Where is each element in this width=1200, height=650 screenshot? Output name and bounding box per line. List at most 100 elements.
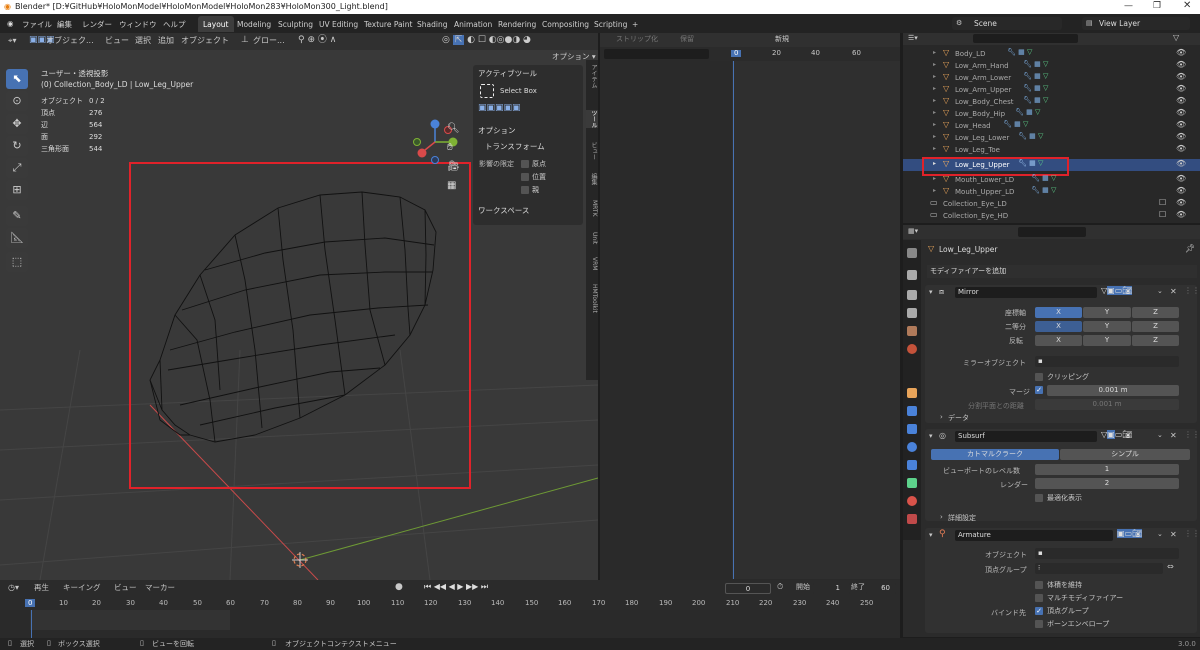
expand-icon[interactable]: ▸ [933, 176, 936, 182]
simple-toggle[interactable]: シンプル [1060, 449, 1190, 460]
tab-compositing[interactable]: Compositing [537, 16, 594, 32]
modifier-toggles-icons[interactable]: ▽▣▭📷︎ [1101, 286, 1133, 295]
catmull-clark-toggle[interactable]: カトマルクラーク [931, 449, 1059, 460]
visibility-icon[interactable]: 👁︎ [1176, 61, 1186, 69]
new-action-button[interactable]: 新規 [775, 36, 789, 43]
modifier-menu-icon[interactable]: ⌄ [1157, 531, 1163, 538]
affect-location-checkbox[interactable] [521, 173, 529, 181]
selection-mode-icons[interactable]: ▣▣▣▣▣ [478, 103, 528, 116]
transform-tool-icon[interactable]: ⊞ [6, 180, 28, 200]
menu-file[interactable]: ファイル [22, 19, 52, 30]
visibility-icon[interactable]: 👁︎ [1176, 133, 1186, 141]
remove-modifier-icon[interactable]: ✕ [1170, 432, 1177, 440]
bisect-x-toggle[interactable]: X [1035, 321, 1082, 332]
particles-tab-icon[interactable] [907, 424, 917, 434]
annotate-tool-icon[interactable]: ✎ [6, 206, 28, 226]
axis-z-toggle[interactable]: Z [1132, 307, 1179, 318]
visibility-icon[interactable]: 👁︎ [1176, 211, 1186, 219]
tab-animation[interactable]: Animation [449, 16, 497, 32]
mode-dropdown[interactable]: オブジェク... [46, 37, 94, 45]
visibility-icon[interactable]: 👁︎ [1176, 109, 1186, 117]
expand-icon[interactable]: ▸ [933, 134, 936, 140]
tab-tool[interactable]: ツール [586, 110, 598, 128]
bind-vertex-groups-checkbox[interactable]: ✓ [1035, 607, 1043, 615]
outliner-search[interactable] [973, 34, 1078, 43]
remove-modifier-icon[interactable]: ✕ [1170, 288, 1177, 296]
workspace-header[interactable]: ワークスペース [478, 207, 529, 215]
axis-y-toggle[interactable]: Y [1083, 307, 1131, 318]
timeline[interactable]: 0 10 20 30 40 50 60 70 80 90 100 110 120… [0, 596, 900, 638]
data-subpanel-label[interactable]: データ [948, 415, 969, 422]
view-layer-selector[interactable]: ▤ View Layer [1082, 17, 1190, 30]
editor-type-icon[interactable]: ☰▾ [908, 35, 918, 42]
tab-texture-paint[interactable]: Texture Paint [359, 16, 417, 32]
expand-icon[interactable]: ▸ [933, 86, 936, 92]
transform-header[interactable]: トランスフォーム [485, 143, 545, 151]
preserve-volume-checkbox[interactable] [1035, 581, 1043, 589]
flip-z-toggle[interactable]: Z [1132, 335, 1179, 346]
tab-hmtoolkit[interactable]: HMToolkit [586, 284, 598, 313]
menu-edit[interactable]: 編集 [57, 19, 72, 30]
outliner-row[interactable]: ▸ ▽ Mouth_Lower_LD 🔧︎ ▦ ▽ 👁︎ [903, 174, 1200, 186]
bisect-distance-field[interactable]: 0.001 m [1035, 399, 1179, 410]
tab-view[interactable]: ビュー [586, 142, 598, 160]
add-cube-tool-icon[interactable]: ⬚ [6, 252, 28, 272]
outliner-collection-row[interactable]: ▭ Collection_Eye_HD ☐ 👁︎ [903, 210, 1200, 222]
outliner-row[interactable]: ▸ ▽ Low_Head 🔧︎ ▦ ▽ 👁︎ [903, 120, 1200, 132]
physics-tab-icon[interactable] [907, 442, 917, 452]
active-tool-header[interactable]: アクティブツール [478, 70, 537, 78]
properties-search[interactable] [1018, 227, 1086, 237]
editor-type-icon[interactable]: ⌖▾ [8, 37, 17, 45]
remove-modifier-icon[interactable]: ✕ [1170, 531, 1177, 539]
modifier-toggles-icons[interactable]: ▣▭📷︎ [1117, 529, 1143, 538]
pan-hand-icon[interactable]: ✋︎ [447, 143, 453, 153]
clipping-checkbox[interactable] [1035, 373, 1043, 381]
minimize-button[interactable]: — [1124, 2, 1133, 11]
visibility-icon[interactable]: 👁︎ [1176, 145, 1186, 153]
hold-button[interactable]: 保留 [680, 36, 694, 43]
menu-view[interactable]: ビュー [105, 37, 129, 45]
zoom-icon[interactable]: 🔍︎ [447, 124, 460, 134]
expand-icon[interactable]: ▸ [933, 98, 936, 104]
playback-controls[interactable]: ⏮ ◀◀ ◀ ▶ ▶▶ ⏭ [424, 583, 488, 591]
outliner-collection-row[interactable]: ▭ Collection_Eye_LD ☐ 👁︎ [903, 198, 1200, 210]
menu-add[interactable]: 追加 [158, 37, 174, 45]
keyframe-area[interactable] [732, 61, 900, 579]
tab-rendering[interactable]: Rendering [493, 16, 541, 32]
outliner-row[interactable]: ▸ ▽ Low_Arm_Upper 🔧︎ ▦ ▽ 👁︎ [903, 84, 1200, 96]
armature-object-field[interactable]: ▪ [1035, 548, 1179, 559]
output-tab-icon[interactable] [907, 290, 917, 300]
bone-envelopes-checkbox[interactable] [1035, 620, 1043, 628]
dope-sheet-search[interactable] [604, 49, 709, 59]
vertex-group-field[interactable]: ⁝ [1035, 563, 1163, 574]
constraints-tab-icon[interactable] [907, 460, 917, 470]
world-tab-icon[interactable] [907, 344, 917, 354]
timeline-editor-icon[interactable]: ◷▾ [8, 584, 19, 592]
outliner-row[interactable]: ▸ ▽ Low_Leg_Toe 👁︎ [903, 144, 1200, 156]
expand-icon[interactable]: ▸ [933, 62, 936, 68]
expand-icon[interactable]: ▸ [933, 110, 936, 116]
texture-tab-icon[interactable] [907, 514, 917, 524]
visibility-icon[interactable]: 👁︎ [1176, 199, 1186, 207]
add-modifier-dropdown[interactable]: モディファイアーを追加 [927, 265, 1197, 278]
modifier-name-field[interactable]: Subsurf [955, 431, 1097, 442]
exclude-checkbox[interactable]: ☐ [1159, 199, 1166, 207]
mirror-object-field[interactable]: ▪ [1035, 356, 1179, 367]
expand-icon[interactable]: ▸ [933, 146, 936, 152]
advanced-subpanel-toggle[interactable]: › [940, 514, 943, 521]
tab-modeling[interactable]: Modeling [232, 16, 276, 32]
pin-icon[interactable]: 📌︎ [1185, 245, 1195, 253]
scene-tab-icon[interactable] [907, 326, 917, 336]
outliner-row[interactable]: ▸ ▽ Low_Arm_Hand 🔧︎ ▦ ▽ 👁︎ [903, 60, 1200, 72]
modifier-name-field[interactable]: Mirror [955, 287, 1097, 298]
collapse-icon[interactable]: ▾ [929, 433, 933, 440]
visibility-icon[interactable]: 👁︎ [1176, 187, 1186, 195]
record-icon[interactable]: ● [395, 583, 403, 592]
playhead-line[interactable] [31, 610, 32, 638]
visibility-icon[interactable]: 👁︎ [1176, 97, 1186, 105]
outliner-row[interactable]: ▸ ▽ Body_LD 🔧︎ ▦ ▽ 👁︎ [903, 48, 1200, 60]
modifier-toggles-icons[interactable]: ▽▣▭📷︎ [1101, 430, 1132, 439]
bisect-y-toggle[interactable]: Y [1083, 321, 1131, 332]
material-tab-icon[interactable] [907, 496, 917, 506]
drag-handle-icon[interactable]: ⋮⋮ [1184, 530, 1200, 538]
